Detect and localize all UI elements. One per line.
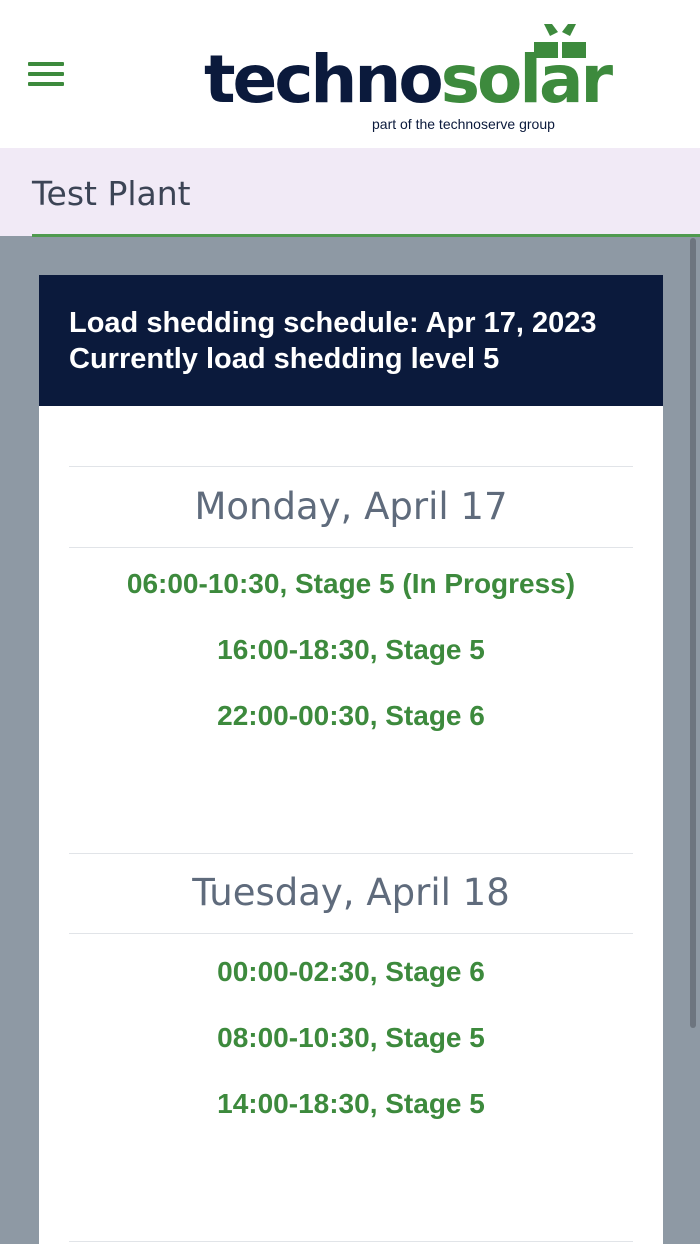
current-level: Currently load shedding level 5 — [69, 343, 500, 375]
logo-wordmark: technosolar — [204, 41, 613, 118]
day-title: Tuesday, April 18 — [192, 871, 510, 914]
divider — [69, 853, 633, 854]
plant-title: Test Plant — [32, 174, 191, 213]
time-slot: 00:00-02:30, Stage 6 — [217, 956, 485, 987]
load-shedding-card: Load shedding schedule: Apr 17, 2023 Cur… — [39, 275, 663, 1244]
divider — [69, 1241, 633, 1242]
time-slot: 22:00-00:30, Stage 6 — [217, 700, 485, 731]
time-slot: 06:00-10:30, Stage 5 (In Progress) — [126, 568, 576, 599]
hamburger-menu-icon[interactable] — [28, 62, 64, 86]
logo-tagline: part of the technoserve group — [372, 116, 555, 132]
schedule-title: Load shedding schedule: Apr 17, 2023 — [69, 307, 597, 339]
divider — [69, 466, 633, 467]
subheader-underline — [32, 234, 700, 237]
schedule-header: Load shedding schedule: Apr 17, 2023 Cur… — [39, 275, 663, 406]
divider — [69, 933, 633, 934]
day-title: Monday, April 17 — [194, 485, 508, 528]
time-slot: 16:00-18:30, Stage 5 — [217, 634, 485, 665]
scrollbar-thumb[interactable] — [690, 238, 696, 1028]
time-slot: 14:00-18:30, Stage 5 — [217, 1088, 485, 1119]
time-slot: 08:00-10:30, Stage 5 — [217, 1022, 485, 1053]
app-header: technosolar part of the technoserve grou… — [0, 0, 700, 148]
divider — [69, 547, 633, 548]
technosolar-logo[interactable]: technosolar part of the technoserve grou… — [204, 22, 613, 136]
